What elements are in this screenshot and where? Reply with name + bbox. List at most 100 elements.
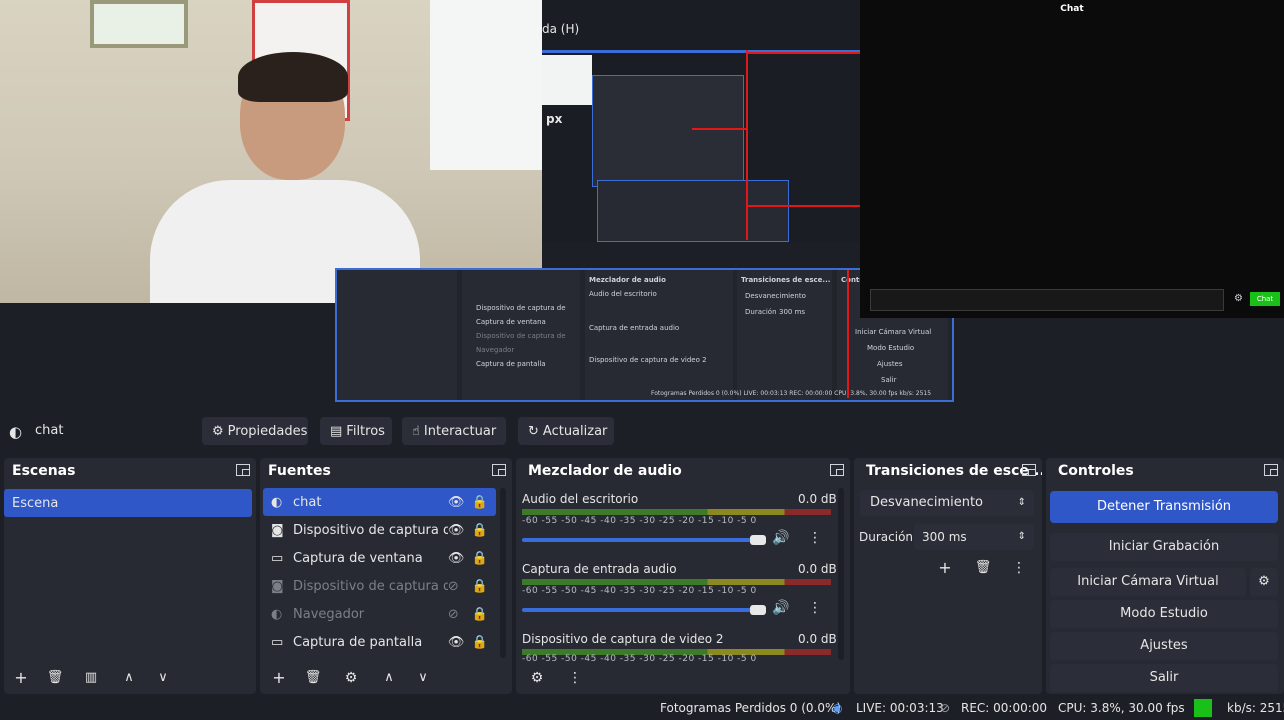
channel-db: 0.0 dB xyxy=(798,562,837,576)
speaker-icon[interactable]: 🔊 xyxy=(772,600,789,616)
trash-icon[interactable]: 🗑 xyxy=(42,666,68,690)
undock-icon[interactable] xyxy=(492,464,506,476)
nested-audio-2: Captura de entrada audio xyxy=(589,324,680,332)
mixer-scrollbar[interactable] xyxy=(838,488,844,660)
scene-item[interactable]: Escena xyxy=(4,489,252,517)
volume-slider-handle[interactable] xyxy=(750,605,766,615)
transitions-title: Transiciones de esce... xyxy=(866,463,1042,479)
kebab-menu-icon[interactable]: ⋮ xyxy=(1006,556,1032,580)
volume-slider-handle[interactable] xyxy=(750,535,766,545)
scene-filters-icon[interactable]: ▥ xyxy=(78,666,104,690)
add-transition-icon[interactable]: + xyxy=(932,556,958,580)
duration-label: Duración xyxy=(859,530,914,544)
interact-button[interactable]: ☝ Interactuar xyxy=(402,417,506,445)
undock-icon[interactable] xyxy=(1264,464,1278,476)
exit-button[interactable]: Salir xyxy=(1050,664,1278,692)
eye-icon[interactable]: 👁 xyxy=(448,635,472,650)
nested-control-3: Ajustes xyxy=(877,360,903,368)
kebab-menu-icon[interactable]: ⋮ xyxy=(808,600,822,616)
gear-icon[interactable]: ⚙ xyxy=(524,666,550,690)
refresh-button[interactable]: ↻ Actualizar xyxy=(518,417,614,445)
eye-icon[interactable]: 👁 xyxy=(448,523,472,538)
updown-icon[interactable]: ⇕ xyxy=(1018,524,1026,550)
controls-title: Controles xyxy=(1058,463,1134,479)
trash-icon[interactable]: 🗑 xyxy=(970,556,996,580)
nested-red-guide xyxy=(847,270,849,398)
chat-title: Chat xyxy=(1060,4,1084,14)
chat-send-button[interactable]: Chat xyxy=(1250,292,1280,306)
move-up-icon[interactable]: ∧ xyxy=(116,666,142,690)
lock-icon[interactable]: 🔒 xyxy=(472,551,488,566)
chat-settings-icon[interactable]: ⚙ xyxy=(1234,293,1243,304)
lock-icon[interactable]: 🔒 xyxy=(472,579,488,594)
undock-icon[interactable] xyxy=(1022,464,1036,476)
duration-value: 300 ms xyxy=(922,530,967,544)
source-item-chat[interactable]: ◐ chat 👁 🔒 xyxy=(263,488,496,516)
overlay-menu-text: da (H) xyxy=(542,22,580,36)
source-label: Navegador xyxy=(293,606,365,622)
volume-slider[interactable] xyxy=(522,538,766,542)
properties-button[interactable]: ⚙ Propiedades xyxy=(202,417,308,445)
updown-icon: ⇕ xyxy=(1017,497,1026,508)
dropped-frames: Fotogramas Perdidos 0 (0.0%) xyxy=(660,701,842,715)
rec-time: REC: 00:00:00 xyxy=(961,701,1048,715)
cpu-fps: CPU: 3.8%, 30.00 fps xyxy=(1058,701,1185,715)
chat-message-input[interactable] xyxy=(870,289,1224,311)
add-scene-icon[interactable]: + xyxy=(8,666,34,690)
eye-icon[interactable]: 👁 xyxy=(448,495,472,510)
move-up-icon[interactable]: ∧ xyxy=(376,666,402,690)
add-source-icon[interactable]: + xyxy=(266,666,292,690)
stream-health-indicator xyxy=(1194,699,1212,717)
source-item-browser-hidden[interactable]: ◐ Navegador ⊘ 🔒 xyxy=(263,600,496,628)
nested-source-2: Captura de ventana xyxy=(476,318,546,326)
settings-button[interactable]: Ajustes xyxy=(1050,632,1278,660)
undock-icon[interactable] xyxy=(236,464,250,476)
studio-mode-button[interactable]: Modo Estudio xyxy=(1050,600,1278,628)
overlay-px-text: px xyxy=(546,112,563,126)
source-context-bar: ◐ chat ⚙ Propiedades ▤ Filtros ☝ Interactua… xyxy=(0,411,1284,451)
start-recording-button[interactable]: Iniciar Grabación xyxy=(1050,533,1278,561)
channel-db: 0.0 dB xyxy=(798,632,837,646)
nested-duration-label: Duración xyxy=(745,308,777,316)
channel-name: Captura de entrada audio xyxy=(522,562,677,576)
eye-slash-icon[interactable]: ⊘ xyxy=(448,579,472,594)
undock-icon[interactable] xyxy=(830,464,844,476)
lock-icon[interactable]: 🔒 xyxy=(472,495,488,510)
nested-control-4: Salir xyxy=(881,376,897,384)
chat-browser-source[interactable]: Chat ⚙ Chat xyxy=(860,0,1284,318)
source-label: chat xyxy=(293,494,322,510)
source-item-capture-device[interactable]: ◙ Dispositivo de captura de 👁 🔒 xyxy=(263,516,496,544)
start-virtual-camera-button[interactable]: Iniciar Cámara Virtual xyxy=(1050,568,1246,596)
duration-spinbox[interactable]: 300 ms ⇕ xyxy=(914,524,1034,550)
nested-audio-3: Dispositivo de captura de video 2 xyxy=(589,356,707,364)
globe-icon: ◐ xyxy=(9,423,23,441)
transition-select[interactable]: Desvanecimiento ⇕ xyxy=(860,490,1034,516)
eye-icon[interactable]: 👁 xyxy=(448,551,472,566)
sources-scrollbar[interactable] xyxy=(500,488,506,658)
lock-icon[interactable]: 🔒 xyxy=(472,607,488,622)
trash-icon[interactable]: 🗑 xyxy=(300,666,326,690)
lock-icon[interactable]: 🔒 xyxy=(472,523,488,538)
meter-ticks: -60 -55 -50 -45 -40 -35 -30 -25 -20 -15 … xyxy=(522,586,757,596)
preview-canvas[interactable]: da (H) px Dispositivo de captura de Capt… xyxy=(0,0,1284,410)
gear-icon[interactable]: ⚙ xyxy=(338,666,364,690)
move-down-icon[interactable]: ∨ xyxy=(150,666,176,690)
source-item-screen-capture[interactable]: ▭ Captura de pantalla 👁 🔒 xyxy=(263,628,496,656)
move-down-icon[interactable]: ∨ xyxy=(410,666,436,690)
eye-slash-icon[interactable]: ⊘ xyxy=(448,607,472,622)
nested-sources: Dispositivo de captura de Captura de ven… xyxy=(462,270,580,400)
volume-meter xyxy=(522,579,831,585)
source-item-capture-device-hidden[interactable]: ◙ Dispositivo de captura de ⊘ 🔒 xyxy=(263,572,496,600)
selected-source-name: chat xyxy=(35,423,64,438)
kebab-menu-icon[interactable]: ⋮ xyxy=(562,666,588,690)
record-off-icon: ⊘ xyxy=(940,701,951,715)
bitrate: kb/s: 2515 xyxy=(1227,701,1284,715)
source-item-window-capture[interactable]: ▭ Captura de ventana 👁 🔒 xyxy=(263,544,496,572)
filters-button[interactable]: ▤ Filtros xyxy=(320,417,392,445)
speaker-icon[interactable]: 🔊 xyxy=(772,530,789,546)
volume-slider[interactable] xyxy=(522,608,766,612)
kebab-menu-icon[interactable]: ⋮ xyxy=(808,530,822,546)
stop-stream-button[interactable]: Detener Transmisión xyxy=(1050,491,1278,523)
gear-icon[interactable]: ⚙ xyxy=(1250,568,1278,596)
lock-icon[interactable]: 🔒 xyxy=(472,635,488,650)
